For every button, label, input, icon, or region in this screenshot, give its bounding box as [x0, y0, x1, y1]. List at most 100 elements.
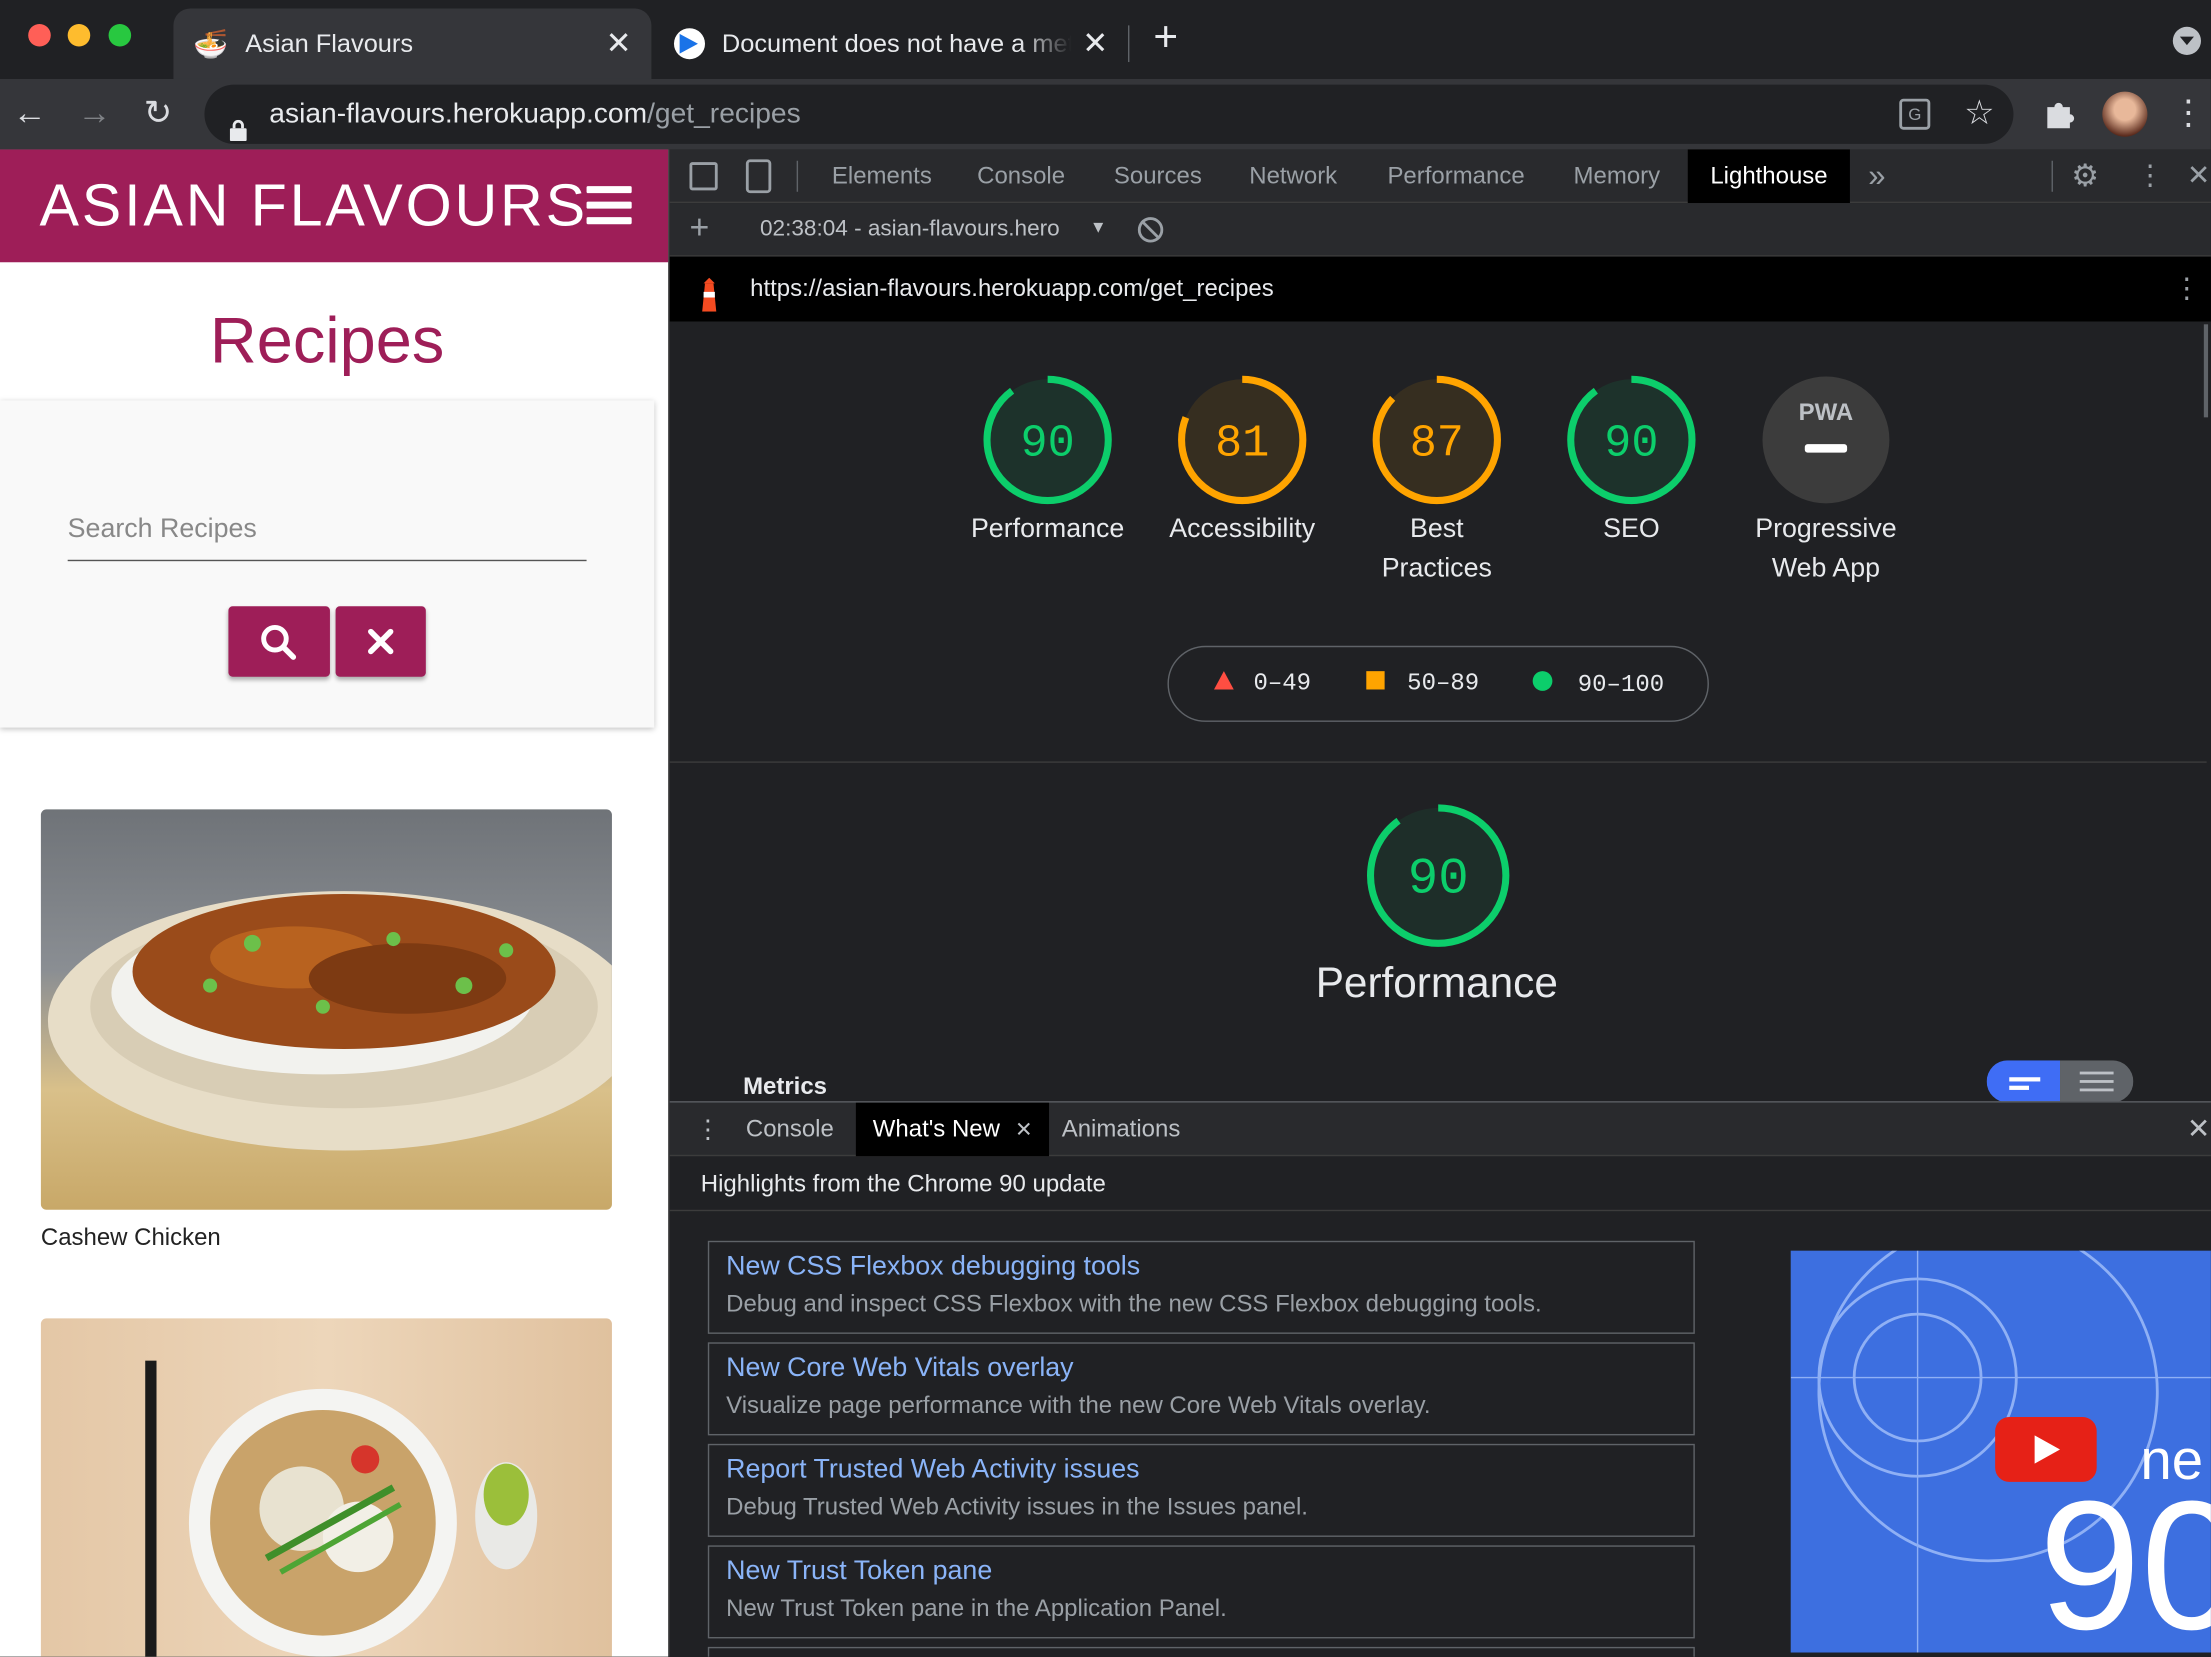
- report-url-bar: https://asian-flavours.herokuapp.com/get…: [669, 256, 2211, 322]
- whats-new-item[interactable]: New Core Web Vitals overlay Visualize pa…: [707, 1342, 1695, 1436]
- translate-icon[interactable]: G: [1899, 98, 1931, 130]
- tab-sources[interactable]: Sources: [1114, 149, 1202, 203]
- scrollbar[interactable]: [2203, 324, 2209, 418]
- clear-search-button[interactable]: [335, 606, 426, 677]
- legend-pass: 90–100: [1532, 671, 1664, 699]
- score-ring: 90: [983, 375, 1112, 505]
- close-tab-icon[interactable]: ✕: [606, 25, 632, 62]
- whats-new-item[interactable]: Report Trusted Web Activity issues Debug…: [707, 1443, 1695, 1537]
- pwa-gauge[interactable]: PWA Progressive Web App: [1730, 375, 1922, 589]
- close-tab-icon[interactable]: ✕: [1015, 1118, 1033, 1142]
- site-brand[interactable]: ASIAN FLAVOURS: [39, 172, 587, 240]
- recipe-image-cashew-chicken[interactable]: [40, 809, 612, 1210]
- clear-reports-icon[interactable]: [1137, 217, 1164, 243]
- drawer-tab-whats-new[interactable]: What's New ✕: [855, 1102, 1050, 1157]
- close-window-button[interactable]: [28, 23, 51, 47]
- drawer-tab-console[interactable]: Console: [746, 1103, 834, 1157]
- item-title[interactable]: New Core Web Vitals overlay: [726, 1351, 1676, 1388]
- browser-tab[interactable]: Document does not have a meta descriptio…: [654, 8, 1128, 79]
- divider: [669, 1209, 2211, 1212]
- browser-menu-icon[interactable]: ⋮: [2167, 93, 2209, 135]
- score-gauge-performance[interactable]: 90 Performance: [952, 375, 1144, 550]
- close-tab-icon[interactable]: ✕: [1082, 25, 1108, 62]
- devtools-drawer: ⋮ Console What's New ✕ Animations ✕ High…: [669, 1101, 2211, 1657]
- recipe-image-pho[interactable]: [40, 1318, 612, 1657]
- extensions-puzzle-icon[interactable]: [2039, 93, 2081, 135]
- toolbar-divider: [796, 160, 799, 192]
- devtools-panel: Elements Console Sources Network Perform…: [668, 149, 2211, 1657]
- item-title[interactable]: Report Trusted Web Activity issues: [726, 1452, 1676, 1489]
- score-value: 90: [1604, 417, 1658, 469]
- forward-arrow-icon[interactable]: →: [73, 93, 115, 135]
- page-title: Recipes: [209, 303, 445, 377]
- screen: 🍜 Asian Flavours ✕ Document does not hav…: [0, 0, 2211, 1657]
- score-gauge-best-practices[interactable]: 87 Best Practices: [1341, 375, 1533, 589]
- tab-elements[interactable]: Elements: [832, 149, 932, 203]
- whats-new-video-thumbnail[interactable]: ne 90: [1790, 1250, 2211, 1653]
- search-button[interactable]: [228, 606, 330, 677]
- new-tab-plus-icon[interactable]: +: [1153, 14, 1178, 62]
- devtools-menu-icon[interactable]: ⋮: [2136, 149, 2164, 203]
- metrics-heading: Metrics: [743, 1073, 828, 1100]
- device-toolbar-icon[interactable]: [745, 159, 772, 194]
- tab-console[interactable]: Console: [977, 149, 1065, 203]
- close-drawer-icon[interactable]: ✕: [2187, 1103, 2211, 1157]
- ramen-favicon-icon: 🍜: [193, 28, 229, 60]
- whats-new-item[interactable]: New CSS Flexbox debugging tools Debug an…: [707, 1240, 1695, 1334]
- report-selector[interactable]: 02:38:04 - asian-flavours.hero: [760, 217, 1060, 242]
- profile-avatar[interactable]: [2102, 91, 2148, 137]
- tab-memory[interactable]: Memory: [1574, 149, 1661, 203]
- back-arrow-icon[interactable]: ←: [8, 93, 50, 135]
- score-ring: 87: [1372, 375, 1501, 505]
- lighthouse-toolbar: + 02:38:04 - asian-flavours.hero ▼: [669, 203, 2211, 257]
- expanded-view-icon[interactable]: [2060, 1060, 2134, 1103]
- tab-search-icon[interactable]: [2172, 26, 2202, 55]
- devtools-tab-bar: Elements Console Sources Network Perform…: [669, 149, 2211, 204]
- pwa-badge-text: PWA: [1799, 399, 1854, 426]
- browser-tab-active[interactable]: 🍜 Asian Flavours ✕: [173, 8, 652, 79]
- tab-divider: [1128, 25, 1130, 63]
- score-value: 87: [1410, 417, 1464, 469]
- item-title[interactable]: New CSS Flexbox debugging tools: [726, 1249, 1676, 1286]
- report-url[interactable]: https://asian-flavours.herokuapp.com/get…: [750, 257, 1274, 322]
- new-report-plus-icon[interactable]: +: [689, 209, 709, 248]
- drawer-tab-animations[interactable]: Animations: [1062, 1103, 1181, 1157]
- search-icon: [261, 624, 297, 660]
- whats-new-item[interactable]: [707, 1646, 1695, 1657]
- url-host: asian-flavours.herokuapp.com: [269, 98, 648, 130]
- reload-icon[interactable]: ↻: [137, 93, 179, 135]
- settings-gear-icon[interactable]: ⚙: [2071, 149, 2099, 203]
- whats-new-item[interactable]: New Trust Token pane New Trust Token pan…: [707, 1545, 1695, 1639]
- inspect-element-icon[interactable]: [689, 162, 718, 191]
- more-tabs-chevron-icon[interactable]: »: [1868, 149, 1885, 203]
- hamburger-menu-icon[interactable]: [586, 186, 632, 225]
- close-icon: [368, 628, 394, 655]
- metrics-view-toggle[interactable]: [1986, 1060, 2134, 1103]
- address-bar[interactable]: asian-flavours.herokuapp.com/get_recipes…: [204, 84, 2014, 144]
- tab-lighthouse[interactable]: Lighthouse: [1687, 149, 1851, 204]
- score-ring: 90: [1567, 375, 1696, 505]
- chevron-down-icon[interactable]: ▼: [1090, 217, 1107, 237]
- item-description: Debug and inspect CSS Flexbox with the n…: [726, 1290, 1542, 1317]
- compact-view-icon[interactable]: [1986, 1060, 2061, 1103]
- report-menu-icon[interactable]: ⋮: [2173, 257, 2201, 322]
- lighthouse-logo-icon: [698, 272, 721, 312]
- close-devtools-icon[interactable]: ✕: [2187, 149, 2211, 203]
- tab-performance[interactable]: Performance: [1387, 149, 1524, 203]
- legend-average: 50–89: [1366, 671, 1479, 698]
- triangle-icon: [1214, 671, 1234, 690]
- tab-network[interactable]: Network: [1249, 149, 1337, 203]
- play-button-icon[interactable]: [1995, 1417, 2097, 1482]
- search-input[interactable]: [67, 499, 587, 562]
- item-title[interactable]: New Trust Token pane: [726, 1554, 1676, 1591]
- score-gauge-accessibility[interactable]: 81 Accessibility: [1146, 375, 1338, 550]
- minimize-window-button[interactable]: [67, 23, 91, 47]
- score-label: Best Practices: [1381, 514, 1492, 584]
- score-gauge-seo[interactable]: 90 SEO: [1535, 375, 1727, 550]
- browser-tab-strip: 🍜 Asian Flavours ✕ Document does not hav…: [0, 0, 2211, 79]
- drawer-menu-icon[interactable]: ⋮: [695, 1103, 720, 1157]
- maximize-window-button[interactable]: [108, 23, 132, 47]
- lighthouse-docs-favicon-icon: [673, 28, 705, 60]
- bookmark-star-icon[interactable]: ☆: [1964, 85, 1994, 144]
- recipe-name[interactable]: Cashew Chicken: [41, 1224, 221, 1252]
